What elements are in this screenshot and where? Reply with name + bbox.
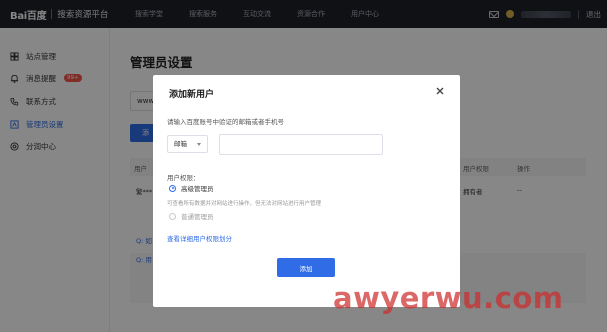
chevron-down-icon [197, 143, 201, 146]
radio-label: 普通管理员 [181, 213, 214, 221]
radio-button-checked[interactable] [169, 184, 176, 192]
permission-description: 可查看所有数据并对网站进行操作，但无法对网站进行用户管理 [167, 201, 322, 207]
radio-regular-admin[interactable]: 普通管理员 [169, 211, 214, 221]
account-type-select[interactable]: 邮箱 [167, 135, 208, 153]
dialog-title: 添加新用户 [169, 90, 215, 100]
watermark: awyerwu.com [333, 281, 564, 315]
account-prompt: 请输入百度账号中验证的邮箱或者手机号 [167, 118, 284, 126]
submit-add-button[interactable]: 添加 [277, 258, 335, 277]
permission-label: 用户权限： [167, 174, 200, 182]
radio-button[interactable] [169, 212, 176, 220]
account-type-value: 邮箱 [174, 140, 187, 148]
permission-details-link[interactable]: 查看详细用户权限划分 [167, 233, 232, 243]
add-user-dialog: 添加新用户 请输入百度账号中验证的邮箱或者手机号 邮箱 用户权限： 高级管理员 … [153, 75, 460, 307]
radio-label: 高级管理员 [181, 185, 214, 193]
close-icon[interactable] [435, 86, 445, 96]
radio-senior-admin[interactable]: 高级管理员 [169, 183, 214, 193]
account-input[interactable] [219, 134, 383, 155]
